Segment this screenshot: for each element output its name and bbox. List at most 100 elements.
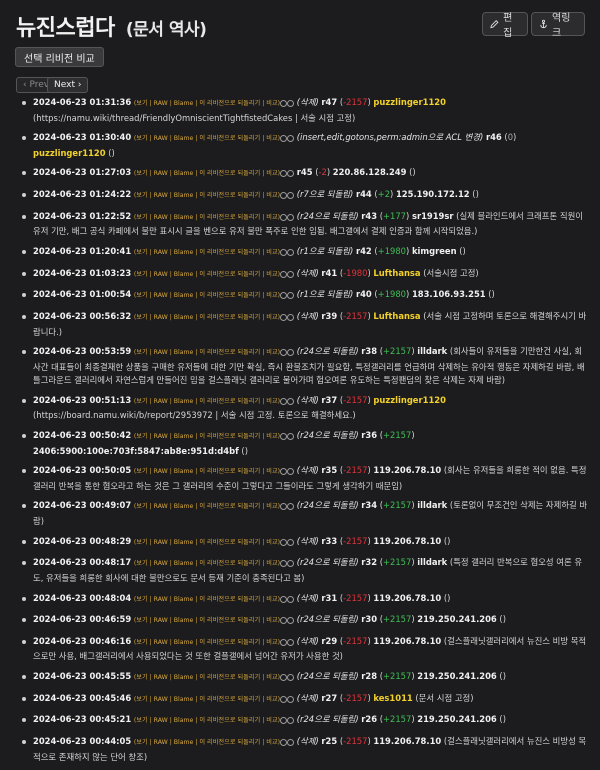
revision-tool-link[interactable]: 이 리비전으로 되돌리기: [199, 560, 260, 567]
compare-new-radio[interactable]: [287, 270, 295, 278]
revision-tool-link[interactable]: 보기: [136, 739, 147, 746]
revision-tool-link[interactable]: 이 리비전으로 되돌리기: [199, 314, 260, 321]
revision-tool-link[interactable]: RAW: [154, 717, 168, 724]
compare-old-radio[interactable]: [280, 135, 288, 143]
revision-tool-link[interactable]: 보기: [136, 349, 147, 356]
revision-tool-link[interactable]: 비교: [266, 468, 277, 475]
revision-tool-link[interactable]: RAW: [154, 192, 168, 199]
compare-new-radio[interactable]: [287, 674, 295, 682]
compare-old-radio[interactable]: [280, 213, 288, 221]
revision-author[interactable]: 219.250.241.206: [417, 714, 496, 724]
revision-tool-link[interactable]: RAW: [154, 135, 168, 142]
revision-tool-link[interactable]: 비교: [266, 271, 277, 278]
revision-tool-link[interactable]: 비교: [266, 617, 277, 624]
compare-old-radio[interactable]: [280, 292, 288, 300]
revision-tool-link[interactable]: Blame: [174, 560, 194, 567]
compare-new-radio[interactable]: [287, 468, 295, 476]
revision-tool-link[interactable]: 보기: [136, 674, 147, 681]
compare-new-radio[interactable]: [287, 170, 295, 178]
revision-tool-link[interactable]: Blame: [174, 596, 194, 603]
compare-new-radio[interactable]: [287, 349, 295, 357]
revision-tool-link[interactable]: 보기: [136, 560, 147, 567]
revision-tool-link[interactable]: RAW: [154, 696, 168, 703]
compare-old-radio[interactable]: [280, 560, 288, 568]
compare-new-radio[interactable]: [287, 213, 295, 221]
revision-tool-link[interactable]: 보기: [136, 100, 147, 107]
revision-tool-link[interactable]: Blame: [174, 696, 194, 703]
revision-tool-link[interactable]: 비교: [266, 433, 277, 440]
revision-tool-link[interactable]: 비교: [266, 639, 277, 646]
revision-author[interactable]: 2406:5900:100e:703f:5847:ab8e:951d:d4bf: [33, 446, 239, 456]
revision-tool-link[interactable]: 비교: [266, 314, 277, 321]
revision-tool-link[interactable]: 비교: [266, 398, 277, 405]
compare-new-radio[interactable]: [287, 717, 295, 725]
revision-tool-link[interactable]: 비교: [266, 539, 277, 546]
revision-tool-link[interactable]: 보기: [136, 170, 147, 177]
revision-author[interactable]: 219.250.241.206: [417, 671, 496, 681]
compare-new-radio[interactable]: [287, 192, 295, 200]
revision-tool-link[interactable]: 보기: [136, 539, 147, 546]
revision-tool-link[interactable]: 비교: [266, 696, 277, 703]
revision-tool-link[interactable]: Blame: [174, 398, 194, 405]
revision-tool-link[interactable]: 비교: [266, 503, 277, 510]
revision-tool-link[interactable]: 보기: [136, 192, 147, 199]
compare-old-radio[interactable]: [280, 538, 288, 546]
revision-tool-link[interactable]: Blame: [174, 100, 194, 107]
revision-tool-link[interactable]: RAW: [154, 539, 168, 546]
revision-tool-link[interactable]: 비교: [266, 560, 277, 567]
revision-author[interactable]: kimgreen: [412, 246, 457, 256]
revision-tool-link[interactable]: Blame: [174, 292, 194, 299]
compare-new-radio[interactable]: [287, 314, 295, 321]
revision-tool-link[interactable]: 이 리비전으로 되돌리기: [199, 349, 260, 356]
revision-tool-link[interactable]: Blame: [174, 674, 194, 681]
revision-tool-link[interactable]: 비교: [266, 100, 277, 107]
revision-tool-link[interactable]: Blame: [174, 739, 194, 746]
compare-new-radio[interactable]: [287, 695, 295, 703]
revision-tool-link[interactable]: Blame: [174, 214, 194, 221]
revision-tool-link[interactable]: Blame: [174, 503, 194, 510]
revision-tool-link[interactable]: 보기: [136, 596, 147, 603]
compare-new-radio[interactable]: [287, 248, 295, 256]
revision-tool-link[interactable]: 비교: [266, 739, 277, 746]
compare-new-radio[interactable]: [287, 397, 295, 405]
compare-old-radio[interactable]: [280, 397, 288, 405]
compare-new-radio[interactable]: [287, 560, 295, 568]
compare-old-radio[interactable]: [280, 674, 288, 682]
revision-tool-link[interactable]: 이 리비전으로 되돌리기: [199, 135, 260, 142]
revision-tool-link[interactable]: Blame: [174, 639, 194, 646]
revision-tool-link[interactable]: 비교: [266, 717, 277, 724]
revision-tool-link[interactable]: Blame: [174, 249, 194, 256]
revision-tool-link[interactable]: Blame: [174, 314, 194, 321]
compare-old-radio[interactable]: [280, 170, 288, 178]
compare-new-radio[interactable]: [287, 433, 295, 441]
compare-old-radio[interactable]: [280, 248, 288, 256]
revision-tool-link[interactable]: RAW: [154, 314, 168, 321]
compare-old-radio[interactable]: [280, 503, 288, 511]
revision-tool-link[interactable]: 이 리비전으로 되돌리기: [199, 292, 260, 299]
revision-tool-link[interactable]: 이 리비전으로 되돌리기: [199, 503, 260, 510]
revision-tool-link[interactable]: Blame: [174, 617, 194, 624]
revision-tool-link[interactable]: 이 리비전으로 되돌리기: [199, 170, 260, 177]
revision-tool-link[interactable]: RAW: [154, 596, 168, 603]
compare-new-radio[interactable]: [287, 100, 295, 107]
compare-revisions-button[interactable]: 선택 리비전 비교: [15, 47, 104, 67]
revision-tool-link[interactable]: 이 리비전으로 되돌리기: [199, 596, 260, 603]
revision-author[interactable]: kes1011: [373, 693, 412, 703]
revision-tool-link[interactable]: 보기: [136, 639, 147, 646]
revision-tool-link[interactable]: 비교: [266, 135, 277, 142]
revision-tool-link[interactable]: Blame: [174, 539, 194, 546]
revision-author[interactable]: 119.206.78.10: [373, 736, 441, 746]
revision-tool-link[interactable]: Blame: [174, 349, 194, 356]
backlink-button[interactable]: 역링크: [531, 12, 585, 39]
revision-author[interactable]: Lufthansa: [373, 311, 420, 321]
compare-old-radio[interactable]: [280, 270, 288, 278]
revision-tool-link[interactable]: 이 리비전으로 되돌리기: [199, 468, 260, 475]
revision-tool-link[interactable]: 비교: [266, 349, 277, 356]
revision-tool-link[interactable]: 보기: [136, 249, 147, 256]
compare-old-radio[interactable]: [280, 314, 288, 321]
revision-author[interactable]: 119.206.78.10: [373, 465, 441, 475]
revision-tool-link[interactable]: 이 리비전으로 되돌리기: [199, 214, 260, 221]
next-page-button[interactable]: Next ›: [47, 77, 89, 93]
revision-tool-link[interactable]: 이 리비전으로 되돌리기: [199, 271, 260, 278]
revision-author[interactable]: 219.250.241.206: [417, 614, 496, 624]
